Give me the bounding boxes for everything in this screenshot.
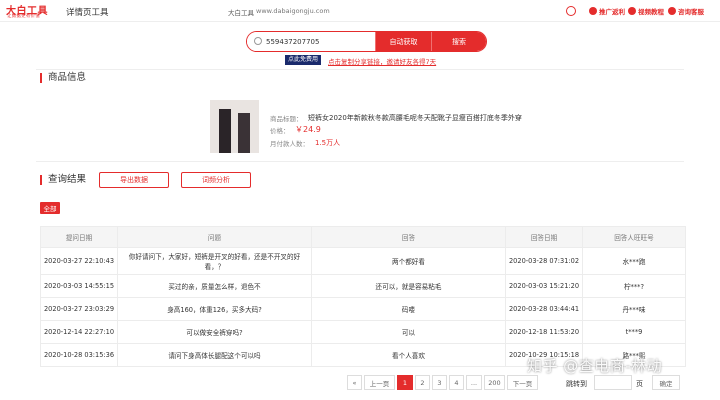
product-title: 短裤女2020年新款秋冬款高腰毛呢冬天配靴子显瘦百搭打底冬季外穿 [308, 114, 522, 122]
page-button-active[interactable]: 1 [397, 375, 413, 390]
cell-question: 买过的亲，质量怎么样，退色不 [117, 274, 312, 298]
search-icon [254, 37, 262, 45]
table-header-row: 提问日期 问题 回答 回答日期 回答人旺旺号 [40, 226, 686, 248]
filter-all-tag[interactable]: 全部 [40, 202, 60, 214]
product-title-label: 商品标题： [270, 115, 303, 123]
cell-answer: 还可以，就是容易粘毛 [311, 274, 506, 298]
export-data-button[interactable]: 导出数据 [99, 172, 169, 188]
cell-question-date: 2020-03-27 23:03:29 [40, 297, 118, 321]
cell-answer: 码喽 [311, 297, 506, 321]
cell-answer-date: 2020-12-18 11:53:20 [505, 320, 583, 344]
column-header[interactable]: 回答日期 [505, 226, 583, 248]
rebate-link[interactable]: 推广返利 [589, 5, 625, 17]
cell-answer-date: 2020-03-28 03:44:41 [505, 297, 583, 321]
column-header[interactable]: 回答 [311, 226, 506, 248]
rebate-label: 推广返利 [599, 8, 625, 16]
table-row: 2020-03-27 23:03:29 身高160，体重126，买多大码? 码喽… [40, 297, 686, 321]
search-input[interactable] [247, 32, 375, 51]
cell-question-date: 2020-10-28 03:15:36 [40, 343, 118, 367]
app-title: 详情页工具 [66, 8, 109, 18]
jump-page-input[interactable] [594, 375, 632, 390]
divider [36, 161, 684, 162]
product-image[interactable] [210, 100, 259, 153]
top-bar: 大白工具 让数据更有价值 详情页工具 大白工具 www.dabaigongju.… [0, 0, 720, 22]
free-use-badge[interactable]: 点此免费用 [285, 55, 322, 65]
product-sales-label: 月付款人数： [270, 140, 309, 148]
cell-answer: 看个人喜欢 [311, 343, 506, 367]
play-icon [628, 7, 636, 15]
column-header[interactable]: 问题 [117, 226, 312, 248]
auto-fetch-button[interactable]: 自动获取 [375, 32, 431, 51]
page-unit-label: 页 [636, 380, 643, 388]
page-button[interactable]: 3 [432, 375, 447, 390]
page-button-last[interactable]: 200 [484, 375, 505, 390]
brand-logo[interactable]: 大白工具 让数据更有价值 [6, 2, 58, 20]
cell-question-date: 2020-12-14 22:27:10 [40, 320, 118, 344]
product-sales: 1.5万人 [315, 139, 341, 147]
customer-service-link[interactable]: 咨询客服 [668, 5, 704, 17]
prev-page-button[interactable]: 上一页 [364, 375, 395, 390]
cell-answer-date: 2020-03-28 07:31:02 [505, 247, 583, 275]
cell-question-date: 2020-03-03 14:55:15 [40, 274, 118, 298]
site-brand: 大白工具 [228, 9, 254, 17]
video-tutorial-label: 视频教程 [638, 8, 664, 16]
cell-answerer: 柠***? [582, 274, 686, 298]
product-price-label: 价格： [270, 127, 290, 135]
word-frequency-button[interactable]: 词频分析 [181, 172, 251, 188]
next-page-button[interactable]: 下一页 [507, 375, 538, 390]
product-image-figure [219, 109, 231, 153]
table-row: 2020-03-27 22:10:43 你好请问下，大家好，短裤是开叉的好看，还… [40, 247, 686, 275]
video-tutorial-link[interactable]: 视频教程 [628, 5, 664, 17]
cell-answerer: 水***跑 [582, 247, 686, 275]
table-row: 2020-12-14 22:27:10 可以做安全裤穿吗? 可以 2020-12… [40, 320, 686, 344]
product-image-figure [238, 113, 250, 153]
column-header[interactable]: 提问日期 [40, 226, 118, 248]
site-url[interactable]: www.dabaigongju.com [256, 7, 330, 15]
jump-confirm-button[interactable]: 确定 [652, 375, 680, 390]
customer-service-label: 咨询客服 [678, 8, 704, 16]
search-button[interactable]: 搜索 [431, 32, 486, 51]
cell-question: 可以做安全裤穿吗? [117, 320, 312, 344]
cell-answerer: t***9 [582, 320, 686, 344]
cell-answer: 可以 [311, 320, 506, 344]
cell-question: 身高160，体重126，买多大码? [117, 297, 312, 321]
cell-question: 请问下身高体长腿配这个可以吗 [117, 343, 312, 367]
divider [36, 69, 684, 70]
cell-question-date: 2020-03-27 22:10:43 [40, 247, 118, 275]
page-ellipsis: ... [466, 375, 482, 390]
gift-icon [589, 7, 597, 15]
column-header[interactable]: 回答人旺旺号 [582, 226, 686, 248]
qa-table: 提问日期 问题 回答 回答日期 回答人旺旺号 2020-03-27 22:10:… [40, 226, 686, 367]
product-price: ￥24.9 [295, 125, 321, 134]
watermark: 知乎 @查电商-林动 [527, 357, 663, 375]
logo-subtext: 让数据更有价值 [7, 14, 40, 19]
product-section-title: 商品信息 [40, 73, 86, 83]
cell-question: 你好请问下，大家好，短裤是开叉的好看，还是不开叉的好看，？ [117, 247, 312, 275]
cell-answer-date: 2020-03-03 15:21:20 [505, 274, 583, 298]
cell-answer: 两个都好看 [311, 247, 506, 275]
share-invite-link[interactable]: 点击复制分享链接，邀请好友各得7天 [328, 56, 436, 66]
results-section-title: 查询结果 [40, 175, 86, 185]
jump-to-label: 跳转到 [566, 380, 587, 388]
settings-icon[interactable] [566, 6, 576, 16]
page-button[interactable]: 2 [415, 375, 430, 390]
headset-icon [668, 7, 676, 15]
table-row: 2020-03-03 14:55:15 买过的亲，质量怎么样，退色不 还可以，就… [40, 274, 686, 298]
first-page-button[interactable]: « [347, 375, 362, 390]
search-bar: 自动获取 搜索 [246, 31, 487, 52]
page-button[interactable]: 4 [449, 375, 464, 390]
cell-answerer: 丹***味 [582, 297, 686, 321]
